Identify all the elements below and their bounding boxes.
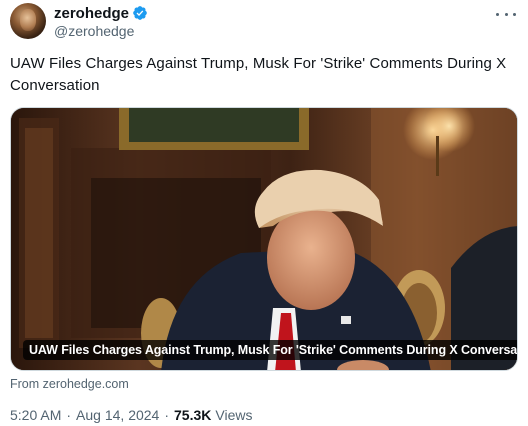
card-caption: UAW Files Charges Against Trump, Musk Fo… [23,340,517,360]
display-name[interactable]: zerohedge [54,5,129,22]
card-source[interactable]: From zerohedge.com [10,377,129,391]
views-count: 75.3K [174,407,212,423]
tweet-date[interactable]: Aug 14, 2024 [76,407,159,423]
tweet-meta: 5:20 AM · Aug 14, 2024 · 75.3K Views [10,407,252,423]
views-label: Views [215,407,253,423]
avatar[interactable] [10,3,46,39]
meta-separator-2: · [164,407,170,423]
more-horizontal-icon[interactable] [496,7,516,21]
handle[interactable]: @zerohedge [54,23,148,39]
verified-badge-icon [133,6,147,20]
card-image [11,108,517,370]
link-card[interactable]: UAW Files Charges Against Trump, Musk Fo… [10,107,518,371]
tweet-text: UAW Files Charges Against Trump, Musk Fo… [10,55,507,94]
meta-separator: · [66,407,72,423]
tweet-time[interactable]: 5:20 AM [10,407,61,423]
tweet-header: zerohedge @zerohedge [10,3,518,43]
author-names: zerohedge @zerohedge [54,4,148,39]
